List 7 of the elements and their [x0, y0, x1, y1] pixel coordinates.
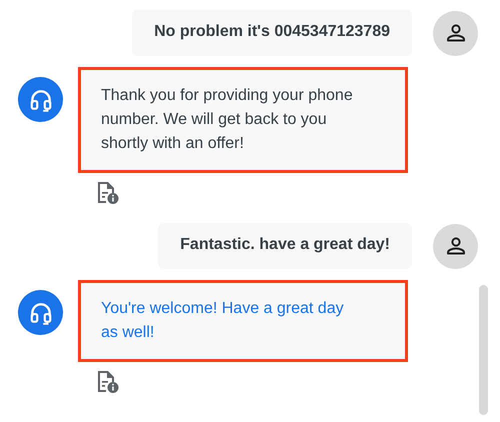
scrollbar[interactable]: [479, 285, 488, 415]
document-info-icon[interactable]: [95, 180, 120, 205]
user-message: No problem it's 0045347123789: [132, 10, 412, 56]
user-message: Fantastic. have a great day!: [158, 223, 412, 269]
agent-message: Thank you for providing your phone number. We will get back to you shortly with an offer!: [81, 70, 405, 170]
agent-message: You're welcome! Have a great day as well!: [81, 283, 405, 359]
document-info-icon[interactable]: [95, 369, 120, 394]
